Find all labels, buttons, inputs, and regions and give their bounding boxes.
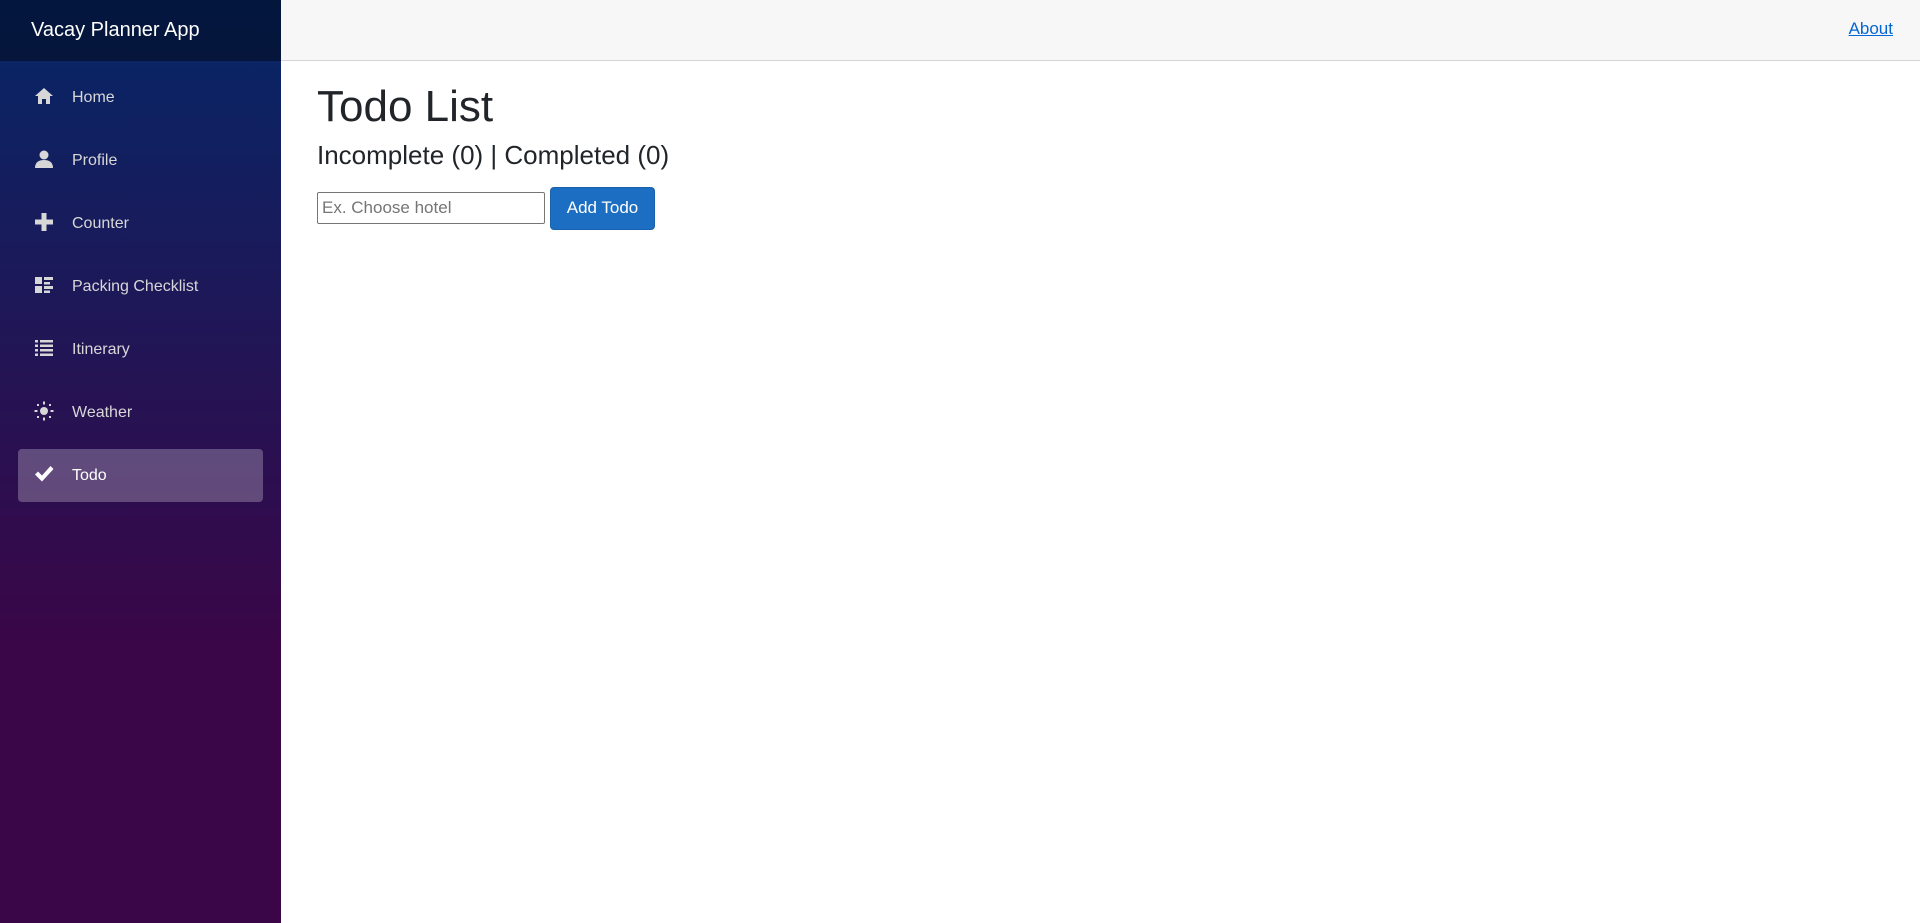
app-title[interactable]: Vacay Planner App (31, 19, 200, 42)
sidebar-item-profile[interactable]: Profile (18, 134, 263, 187)
sidebar-item-weather[interactable]: Weather (18, 386, 263, 439)
sidebar-item-label: Itinerary (72, 340, 130, 358)
person-icon (34, 149, 54, 169)
sidebar-item-packing-checklist[interactable]: Packing Checklist (18, 260, 263, 313)
sidebar-item-label: Home (72, 88, 115, 106)
dashboard-icon (34, 275, 54, 295)
sidebar-item-label: Weather (72, 403, 133, 421)
add-todo-row: Add Todo (317, 186, 669, 230)
add-todo-button[interactable]: Add Todo (550, 186, 655, 230)
sidebar-item-label: Profile (72, 151, 118, 169)
sun-icon (34, 401, 54, 421)
about-link[interactable]: About (1849, 19, 1893, 39)
todo-summary: Incomplete (0) | Completed (0) (317, 139, 670, 170)
check-icon (34, 464, 54, 484)
sidebar-item-label: Packing Checklist (72, 277, 199, 295)
sidebar-item-itinerary[interactable]: Itinerary (18, 323, 263, 376)
page-title: Todo List (317, 82, 494, 131)
plus-icon (34, 212, 54, 232)
sidebar: Vacay Planner App Home Profile Counter P… (0, 0, 281, 923)
sidebar-item-todo[interactable]: Todo (18, 449, 263, 502)
sidebar-item-label: Todo (72, 466, 107, 484)
top-bar: About (281, 0, 1920, 61)
brand-bar: Vacay Planner App (0, 0, 281, 61)
sidebar-item-counter[interactable]: Counter (18, 197, 263, 250)
app-root: Vacay Planner App Home Profile Counter P… (0, 0, 1920, 923)
sidebar-item-label: Counter (72, 214, 129, 232)
main-content: Todo List Incomplete (0) | Completed (0)… (317, 61, 669, 230)
list-icon (34, 338, 54, 358)
home-icon (34, 86, 54, 106)
todo-input[interactable] (317, 192, 545, 225)
sidebar-nav: Home Profile Counter Packing Checklist I… (0, 61, 281, 502)
sidebar-item-home[interactable]: Home (18, 71, 263, 124)
